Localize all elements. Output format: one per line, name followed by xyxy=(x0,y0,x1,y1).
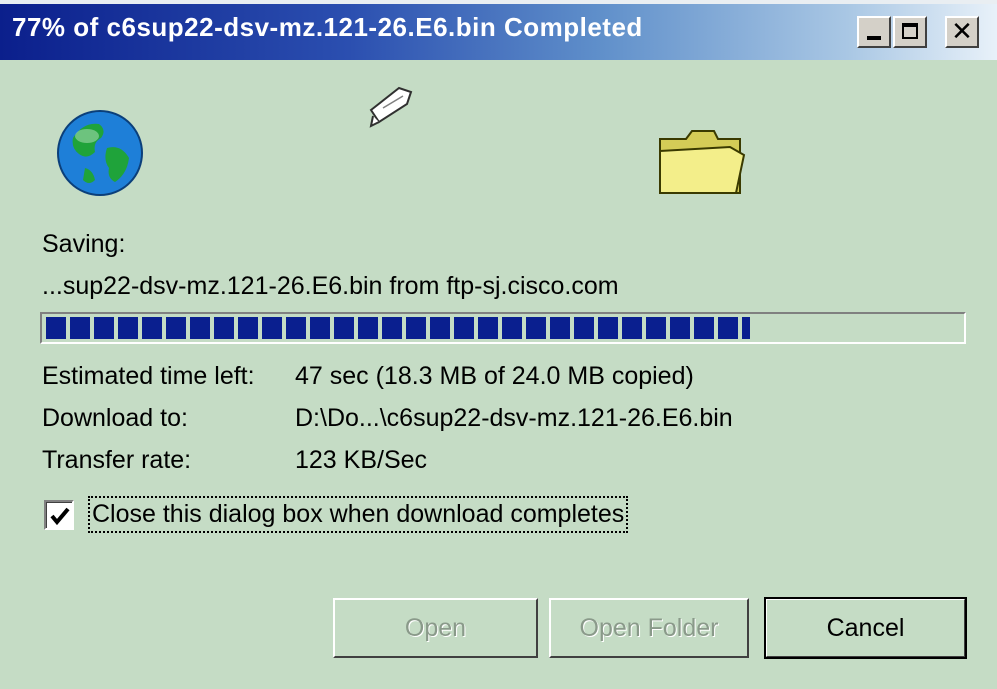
download-to-value: D:\Do...\c6sup22-dsv-mz.121-26.E6.bin xyxy=(295,404,733,432)
folder-icon xyxy=(659,130,746,194)
minimize-button[interactable] xyxy=(857,16,891,48)
transfer-rate-label: Transfer rate: xyxy=(42,446,192,474)
maximize-icon xyxy=(902,23,918,39)
globe-icon xyxy=(57,110,143,196)
close-icon: ✕ xyxy=(951,16,973,46)
transfer-rate-value: 123 KB/Sec xyxy=(295,446,428,474)
close-button[interactable]: ✕ xyxy=(945,16,979,48)
download-progress-bar xyxy=(40,312,966,344)
time-left-label: Estimated time left: xyxy=(42,362,255,390)
saving-label: Saving: xyxy=(42,230,126,258)
progress-fill xyxy=(46,317,750,339)
download-to-label: Download to: xyxy=(42,404,188,432)
time-left-value: 47 sec (18.3 MB of 24.0 MB copied) xyxy=(295,362,694,390)
title-bar[interactable]: 77% of c6sup22-dsv-mz.121-26.E6.bin Comp… xyxy=(0,4,997,60)
minimize-icon xyxy=(867,36,881,40)
saving-file-text: ...sup22-dsv-mz.121-26.E6.bin from ftp-s… xyxy=(42,272,619,300)
window-title: 77% of c6sup22-dsv-mz.121-26.E6.bin Comp… xyxy=(12,12,643,42)
close-on-complete-checkbox[interactable] xyxy=(44,500,74,530)
close-on-complete-label[interactable]: Close this dialog box when download comp… xyxy=(88,496,629,533)
checkmark-icon xyxy=(50,507,70,526)
cancel-button[interactable]: Cancel xyxy=(764,597,967,659)
maximize-button[interactable] xyxy=(893,16,927,48)
open-folder-button[interactable]: Open Folder xyxy=(549,598,749,658)
open-button[interactable]: Open xyxy=(333,598,538,658)
document-icon xyxy=(369,86,413,128)
